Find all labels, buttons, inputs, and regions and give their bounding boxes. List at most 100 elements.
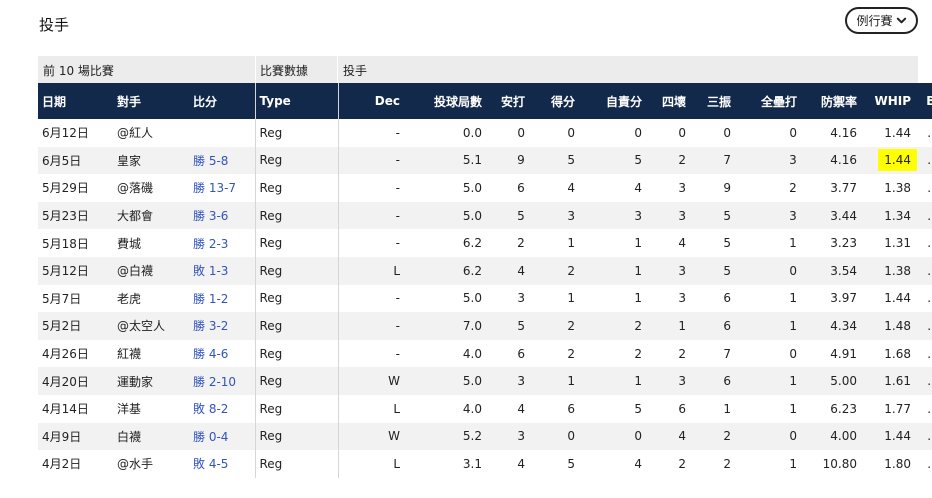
table-row: 6月5日 皇家 勝 5-8 Reg - 5.1 9 5 5 2 7 3 4.16 1.44 .229 (38, 146, 932, 175)
cell-r: 0 (529, 423, 579, 451)
cell-baa: .267 (915, 450, 932, 478)
cell-h: 3 (486, 367, 529, 395)
table-row: 5月18日 費城 勝 2-3 Reg - 6.2 2 1 1 4 5 1 3.23 1.31 .200 (38, 229, 932, 257)
col-score[interactable]: 比分 (189, 83, 255, 119)
col-type[interactable]: Type (254, 83, 338, 119)
cell-result[interactable]: 勝 3-2 (189, 312, 255, 340)
cell-result-value[interactable]: 敗 8-2 (193, 402, 228, 416)
cell-dec: - (337, 284, 404, 313)
cell-date: 4月26日 (38, 340, 113, 368)
cell-hr-value: 2 (789, 180, 797, 195)
cell-result-value[interactable]: 勝 3-2 (193, 319, 228, 333)
col-ip[interactable]: 投球局數 (404, 83, 486, 119)
cell-h: 6 (486, 340, 529, 368)
cell-opp: 老虎 (113, 285, 189, 313)
cell-result-value[interactable]: 勝 2-3 (193, 237, 228, 251)
cell-opp: 大都會 (113, 202, 189, 230)
col-baa[interactable]: BAA (915, 83, 932, 119)
table-row: 5月7日 老虎 勝 1-2 Reg - 5.0 3 1 1 3 6 1 3.97 1.44 .220 (38, 284, 932, 313)
cell-bb-value: 3 (678, 208, 686, 223)
cell-type: Reg (254, 229, 338, 257)
page-title: 投手 (39, 16, 70, 34)
cell-result-value[interactable]: 勝 13-7 (193, 181, 236, 195)
season-type-dropdown[interactable]: 例行賽 (845, 7, 918, 34)
cell-date: 5月2日 (38, 312, 113, 340)
cell-er: 2 (579, 340, 646, 368)
cell-er-value: 3 (634, 208, 642, 223)
cell-dec-value: - (395, 153, 400, 168)
cell-result-value[interactable]: 敗 4-5 (193, 457, 228, 471)
cell-result[interactable]: 敗 4-5 (189, 450, 255, 478)
cell-type-value: Reg (259, 346, 283, 361)
cell-hr: 3 (735, 202, 801, 230)
cell-dec-value: W (388, 374, 400, 389)
cell-baa: .200 (915, 229, 932, 257)
cell-dec: - (337, 312, 404, 340)
cell-dec: L (337, 450, 404, 478)
cell-date-value: 6月5日 (42, 153, 82, 168)
cell-bb-value: 1 (678, 318, 686, 333)
cell-result[interactable]: 勝 5-8 (189, 147, 255, 175)
cell-dec: W (337, 367, 404, 395)
cell-result-value[interactable]: 敗 1-3 (193, 264, 228, 278)
cell-result[interactable]: 勝 1-2 (189, 285, 255, 313)
cell-type: Reg (254, 339, 338, 368)
cell-so-value: 5 (723, 208, 731, 223)
cell-era-value: 5.00 (830, 374, 857, 389)
cell-result-value[interactable]: 勝 2-10 (193, 375, 236, 389)
cell-result[interactable]: 敗 1-3 (189, 257, 255, 285)
cell-opp: 紅襪 (113, 340, 189, 368)
col-walks[interactable]: 四壞 (646, 83, 690, 119)
cell-date: 4月2日 (38, 450, 113, 478)
cell-result[interactable]: 勝 13-7 (189, 174, 255, 202)
cell-result[interactable]: 勝 2-10 (189, 367, 255, 395)
cell-ip: 4.0 (404, 340, 486, 368)
cell-dec-value: - (395, 318, 400, 333)
cell-result-value[interactable]: 勝 4-6 (193, 347, 228, 361)
cell-era: 3.54 (801, 257, 861, 285)
cell-date: 4月14日 (38, 395, 113, 423)
cell-type-value: Reg (259, 153, 283, 168)
cell-so: 7 (690, 147, 735, 175)
col-earned-runs[interactable]: 自責分 (579, 83, 646, 119)
cell-type: Reg (254, 312, 338, 340)
col-strikeouts[interactable]: 三振 (690, 83, 735, 119)
col-date[interactable]: 日期 (38, 83, 113, 119)
cell-so: 2 (690, 450, 735, 478)
cell-dec-value: - (395, 180, 400, 195)
cell-hr-value: 3 (789, 208, 797, 223)
cell-r-value: 6 (567, 401, 575, 416)
cell-opp-value: @水手 (117, 457, 154, 472)
cell-bb: 3 (646, 202, 690, 230)
table-row: 4月9日 白襪 勝 0-4 Reg W 5.2 3 0 0 4 2 0 4.00 1.44 .206 (38, 422, 932, 451)
col-runs[interactable]: 得分 (529, 83, 579, 119)
cell-r-value: 5 (567, 456, 575, 471)
cell-result[interactable]: 勝 4-6 (189, 340, 255, 368)
cell-whip: 1.77 (861, 395, 915, 423)
cell-result-value[interactable]: 勝 0-4 (193, 430, 228, 444)
cell-opp: 洋基 (113, 395, 189, 423)
col-era[interactable]: 防禦率 (801, 83, 861, 119)
cell-dec: - (337, 339, 404, 368)
cell-result[interactable]: 敗 8-2 (189, 395, 255, 423)
cell-result[interactable]: 勝 0-4 (189, 423, 255, 451)
col-home-runs[interactable]: 全壘打 (735, 83, 801, 119)
cell-result-value[interactable]: 勝 3-6 (193, 209, 228, 223)
cell-r: 2 (529, 257, 579, 285)
col-whip[interactable]: WHIP (861, 83, 915, 119)
cell-h: 5 (486, 202, 529, 230)
cell-type: Reg (254, 119, 338, 147)
col-dec[interactable]: Dec (337, 83, 404, 119)
cell-hr: 1 (735, 367, 801, 395)
cell-ip-value: 4.0 (462, 346, 482, 361)
cell-whip-value: 1.61 (884, 374, 911, 389)
cell-result-value[interactable]: 勝 5-8 (193, 154, 228, 168)
cell-result[interactable]: 勝 3-6 (189, 202, 255, 230)
cell-opp: @水手 (113, 450, 189, 478)
cell-result[interactable]: 勝 2-3 (189, 229, 255, 257)
col-hits[interactable]: 安打 (486, 83, 529, 119)
cell-result-value[interactable]: 勝 1-2 (193, 292, 228, 306)
cell-er-value: 1 (634, 374, 642, 389)
col-opponent[interactable]: 對手 (113, 83, 189, 119)
cell-era-value: 3.54 (830, 263, 857, 278)
